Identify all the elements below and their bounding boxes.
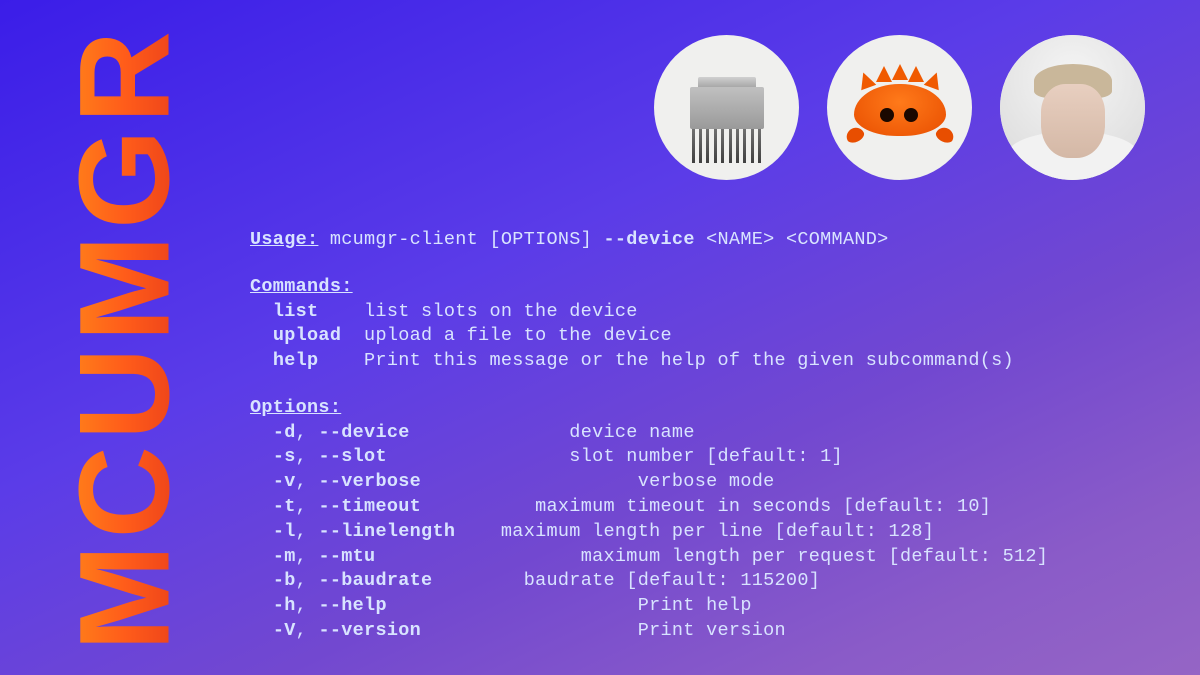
svg-text:MCUMGR: MCUMGR: [60, 30, 190, 647]
author-avatar: [1000, 35, 1145, 180]
option-row: -V, --version Print version: [250, 619, 1048, 644]
option-row: -l, --linelength maximum length per line…: [250, 520, 1048, 545]
option-row: -h, --help Print help: [250, 594, 1048, 619]
option-row: -b, --baudrate baudrate [default: 115200…: [250, 569, 1048, 594]
command-row: upload upload a file to the device: [250, 324, 1048, 349]
options-heading: Options:: [250, 396, 1048, 421]
option-row: -t, --timeout maximum timeout in seconds…: [250, 495, 1048, 520]
usage-line: Usage: mcumgr-client [OPTIONS] --device …: [250, 228, 1048, 253]
firmware-device-icon: [654, 35, 799, 180]
cli-help-text: Usage: mcumgr-client [OPTIONS] --device …: [250, 228, 1048, 644]
option-row: -s, --slot slot number [default: 1]: [250, 445, 1048, 470]
command-row: help Print this message or the help of t…: [250, 349, 1048, 374]
logo-mcumgr: MCUMGR: [60, 30, 190, 647]
command-row: list list slots on the device: [250, 300, 1048, 325]
option-row: -d, --device device name: [250, 421, 1048, 446]
option-row: -v, --verbose verbose mode: [250, 470, 1048, 495]
badges-row: [654, 35, 1145, 180]
ferris-crab-icon: [827, 35, 972, 180]
commands-heading: Commands:: [250, 275, 1048, 300]
option-row: -m, --mtu maximum length per request [de…: [250, 545, 1048, 570]
